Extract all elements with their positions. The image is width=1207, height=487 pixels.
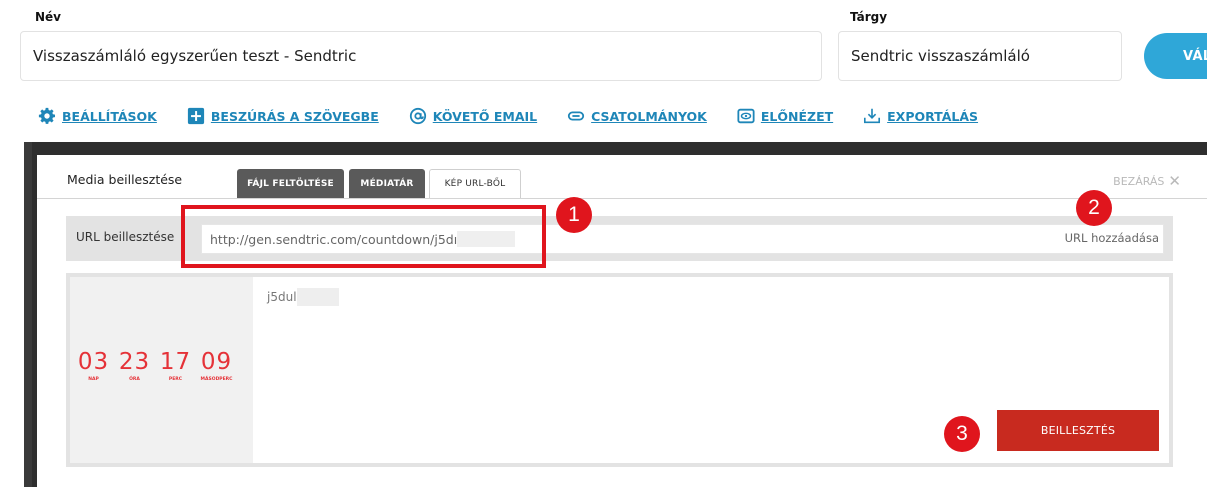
image-preview: 03 NAP 23 ÓRA 17 PERC 09 MÁSODPERC <box>70 277 253 463</box>
filename-text: j5dul <box>267 290 297 304</box>
subject-input[interactable]: Sendtric visszaszámláló <box>838 31 1122 81</box>
countdown-timer: 03 NAP 23 ÓRA 17 PERC 09 MÁSODPERC <box>75 349 239 382</box>
highlight-box <box>181 205 546 268</box>
toolbar-insert-text[interactable]: BESZÚRÁS A SZÖVEGBE <box>187 107 379 125</box>
toolbar-follow-email-label: KÖVETŐ EMAIL <box>432 108 538 124</box>
tab-media-library[interactable]: MÉDIATÁR <box>349 169 425 198</box>
close-label: BEZÁRÁS <box>1113 174 1165 188</box>
tab-file-upload[interactable]: FÁJL FELTÖLTÉSE <box>237 169 344 198</box>
editor-edge <box>24 142 32 487</box>
toolbar-attachments[interactable]: CSATOLMÁNYOK <box>567 107 707 125</box>
download-icon <box>863 107 881 125</box>
eye-icon <box>737 107 755 125</box>
image-info: j5dul BEILLESZTÉS <box>253 277 1169 463</box>
toolbar-export-label: EXPORTÁLÁS <box>887 108 979 124</box>
url-label: URL beillesztése <box>76 230 175 244</box>
at-icon <box>409 107 427 125</box>
countdown-hours: 23 ÓRA <box>116 349 153 382</box>
countdown-value: 17 <box>159 349 192 375</box>
name-input-value: Visszaszámláló egyszerűen teszt - Sendtr… <box>33 47 357 65</box>
step-badge-2: 2 <box>1076 190 1112 226</box>
modal-title: Media beillesztése <box>67 172 183 187</box>
countdown-value: 09 <box>200 349 233 375</box>
toolbar-insert-text-label: BESZÚRÁS A SZÖVEGBE <box>210 108 379 124</box>
name-label: Név <box>35 10 62 24</box>
change-button[interactable]: VÁLTO <box>1144 33 1207 79</box>
countdown-label: PERC <box>168 377 183 382</box>
toolbar-preview-label: ELŐNÉZET <box>760 108 834 124</box>
subject-label: Tárgy <box>850 10 888 24</box>
countdown-label: ÓRA <box>129 377 140 382</box>
toolbar-preview[interactable]: ELŐNÉZET <box>737 107 833 125</box>
toolbar-settings[interactable]: BEÁLLÍTÁSOK <box>38 107 157 125</box>
plus-square-icon <box>187 107 205 125</box>
tab-image-from-url[interactable]: KÉP URL-BŐL <box>429 169 521 198</box>
countdown-label: NAP <box>88 377 99 382</box>
step-badge-1: 1 <box>556 197 592 233</box>
countdown-value: 03 <box>77 349 110 375</box>
toolbar-follow-email[interactable]: KÖVETŐ EMAIL <box>409 107 537 125</box>
step-badge-3: 3 <box>944 416 980 452</box>
countdown-seconds: 09 MÁSODPERC <box>198 349 235 382</box>
link-icon <box>567 107 585 125</box>
toolbar-settings-label: BEÁLLÍTÁSOK <box>62 108 157 124</box>
redacted-text <box>296 288 339 306</box>
add-url-button[interactable]: URL hozzáadása <box>1065 231 1159 245</box>
tab-divider <box>37 198 1207 199</box>
subject-input-value: Sendtric visszaszámláló <box>851 47 1030 65</box>
toolbar-attachments-label: CSATOLMÁNYOK <box>591 108 707 124</box>
media-content: 03 NAP 23 ÓRA 17 PERC 09 MÁSODPERC j5dul… <box>66 273 1173 467</box>
name-input[interactable]: Visszaszámláló egyszerűen teszt - Sendtr… <box>20 31 822 81</box>
editor-toolbar: BEÁLLÍTÁSOK BESZÚRÁS A SZÖVEGBE KÖVETŐ E… <box>38 107 1008 125</box>
countdown-value: 23 <box>118 349 151 375</box>
close-icon: ✕ <box>1168 172 1181 190</box>
close-button[interactable]: BEZÁRÁS ✕ <box>1113 172 1181 190</box>
toolbar-export[interactable]: EXPORTÁLÁS <box>863 107 978 125</box>
countdown-label: MÁSODPERC <box>200 377 233 382</box>
countdown-minutes: 17 PERC <box>157 349 194 382</box>
countdown-days: 03 NAP <box>75 349 112 382</box>
gear-icon <box>38 107 56 125</box>
insert-button[interactable]: BEILLESZTÉS <box>997 410 1159 451</box>
image-filename: j5dul <box>267 288 339 306</box>
